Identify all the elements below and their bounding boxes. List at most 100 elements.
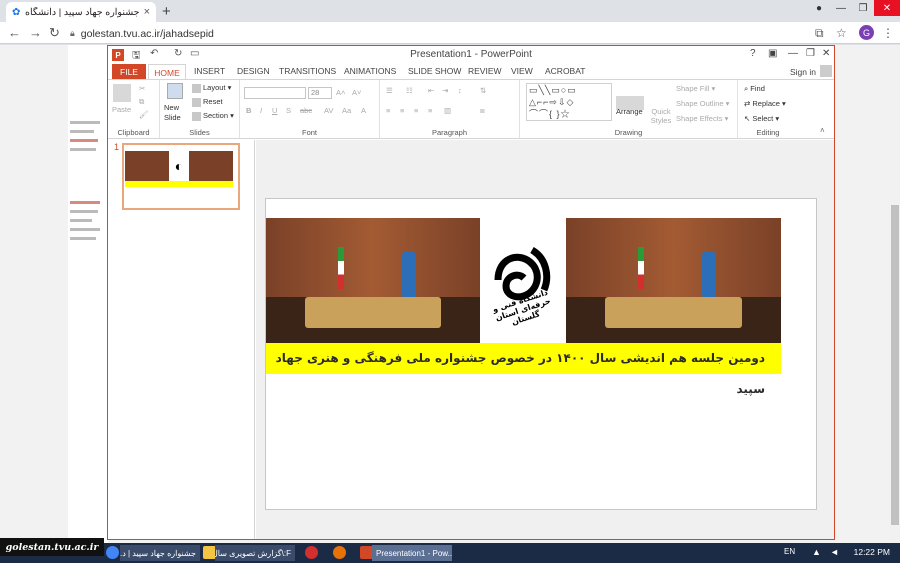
columns-icon[interactable]: ▥ (444, 106, 451, 115)
decrease-font-icon[interactable]: A˅ (352, 88, 361, 97)
tab-acrobat[interactable]: ACROBAT (545, 66, 585, 76)
paste-button[interactable]: Paste (112, 105, 131, 114)
minimize-icon[interactable]: — (830, 0, 852, 16)
section-icon (192, 111, 201, 121)
bookmark-star-icon[interactable]: ☆ (836, 26, 847, 40)
firefox-icon[interactable] (333, 546, 346, 559)
bold-icon[interactable]: B (246, 106, 251, 115)
shadow-icon[interactable]: S (286, 106, 291, 115)
italic-icon[interactable]: I (260, 106, 262, 115)
reload-icon[interactable]: ↻ (49, 25, 60, 41)
new-slide-button[interactable]: New Slide (164, 103, 190, 123)
align-left-icon[interactable]: ≡ (386, 106, 390, 115)
increase-font-icon[interactable]: A˄ (336, 88, 345, 97)
shape-fill-button[interactable]: Shape Fill ▾ (676, 84, 715, 93)
help-button[interactable]: ? (750, 48, 756, 59)
strikethrough-icon[interactable]: abc (300, 106, 312, 115)
close-tab-icon[interactable]: × (144, 6, 150, 18)
close-window-icon[interactable]: ✕ (874, 0, 900, 16)
ppt-minimize-icon[interactable]: — (788, 48, 798, 59)
volume-icon[interactable]: ◄ (830, 547, 839, 557)
shape-effects-button[interactable]: Shape Effects ▾ (676, 114, 728, 123)
shape-outline-button[interactable]: Shape Outline ▾ (676, 99, 729, 108)
ppt-restore-icon[interactable]: ❐ (806, 48, 815, 59)
slide-thumbnail[interactable]: ◐ (122, 143, 240, 210)
tab-view[interactable]: VIEW (511, 66, 533, 76)
system-clock[interactable]: 12:22 PM (854, 547, 890, 557)
new-slide-icon[interactable] (167, 83, 183, 99)
taskbar-item-powerpoint[interactable]: Presentation1 - Pow... (372, 545, 452, 561)
editing-group-label: Editing (756, 128, 780, 137)
tab-design[interactable]: DESIGN (237, 66, 270, 76)
thumbnail-photo-right (189, 151, 233, 181)
font-name-combo[interactable] (244, 87, 306, 99)
shapes-gallery[interactable]: ▭╲╲▭○▭ △⌐⌐⇨⇩◇ ⌒⌒{ }☆ (526, 83, 612, 121)
back-arrow-icon[interactable]: ← (8, 25, 21, 40)
binoculars-icon: ⌕ (744, 84, 749, 93)
network-icon[interactable]: ▲ (812, 547, 821, 557)
address-bar[interactable]: 🔒︎ golestan.tvu.ac.ir/jahadsepid (70, 25, 810, 42)
tab-file[interactable]: FILE (112, 64, 146, 79)
page-scrollbar-thumb[interactable] (891, 205, 899, 525)
char-spacing-icon[interactable]: AV (324, 106, 333, 115)
slide-caption[interactable]: دومین جلسه هم اندیشی سال ۱۴۰۰ در خصوص جش… (266, 343, 781, 396)
font-color-icon[interactable]: A (361, 106, 366, 115)
section-button[interactable]: Section ▾ (192, 111, 234, 121)
profile-avatar[interactable]: G (859, 25, 874, 40)
ribbon-display-icon[interactable]: ▣ (768, 48, 777, 59)
tab-home[interactable]: HOME (148, 64, 186, 80)
new-tab-button[interactable]: + (162, 3, 171, 20)
decrease-indent-icon[interactable]: ⇤ (428, 86, 434, 95)
cut-icon[interactable]: ✂ (139, 84, 145, 93)
format-painter-icon[interactable]: 🖌︎ (139, 110, 149, 119)
ppt-close-icon[interactable]: ✕ (822, 48, 830, 59)
tab-animations[interactable]: ANIMATIONS (344, 66, 396, 76)
paste-icon[interactable] (113, 84, 131, 102)
layout-label: Layout (203, 83, 226, 92)
replace-button[interactable]: ⇄ Replace ▾ (744, 99, 786, 108)
slide-canvas[interactable]: دانشگاه فنی و حرفه‌ای استان گلستان دومین… (265, 198, 817, 510)
bullets-icon[interactable]: ☰ (386, 86, 393, 95)
copy-icon[interactable]: ⧉ (139, 97, 144, 107)
quick-styles-button[interactable]: Quick Styles (646, 107, 676, 125)
font-size-combo[interactable]: 28 (308, 87, 332, 99)
layout-button[interactable]: Layout ▾ (192, 83, 231, 93)
university-logo-box: دانشگاه فنی و حرفه‌ای استان گلستان (480, 218, 566, 361)
sign-in-link[interactable]: Sign in (790, 67, 816, 77)
background-text-block (70, 195, 104, 275)
menu-kebab-icon[interactable]: ⋮ (882, 26, 894, 40)
text-direction-icon[interactable]: ⇅ (480, 86, 486, 95)
restore-icon[interactable]: ❐ (852, 0, 874, 16)
change-case-icon[interactable]: Aa (342, 106, 351, 115)
align-center-icon[interactable]: ≡ (400, 106, 404, 115)
tab-review[interactable]: REVIEW (468, 66, 502, 76)
shape-outline-label: Shape Outline (676, 99, 724, 108)
underline-icon[interactable]: U (272, 106, 277, 115)
smartart-icon[interactable]: ⧈ (480, 106, 485, 116)
browser-tab[interactable]: ✿ جشنواره جهاد سپید | دانشگاه فنی و حرفه… (6, 2, 156, 22)
slides-group-label: Slides (189, 128, 210, 137)
justify-icon[interactable]: ≡ (428, 106, 432, 115)
chrome-icon[interactable] (106, 546, 119, 559)
taskbar-item-chrome[interactable]: جشنواره جهاد سپید | د... (120, 545, 200, 561)
reset-button[interactable]: Reset (192, 97, 223, 107)
thumbnail-caption-bar (125, 181, 233, 187)
translate-icon[interactable]: ⧉ (815, 26, 824, 41)
opera-icon[interactable] (305, 546, 318, 559)
tab-slide-show[interactable]: SLIDE SHOW (408, 66, 461, 76)
align-right-icon[interactable]: ≡ (414, 106, 418, 115)
tab-transitions[interactable]: TRANSITIONS (279, 66, 336, 76)
user-account-icon[interactable] (820, 65, 832, 77)
increase-indent-icon[interactable]: ⇥ (442, 86, 448, 95)
forward-arrow-icon[interactable]: → (29, 25, 42, 40)
arrange-button[interactable]: Arrange (616, 107, 643, 116)
collapse-ribbon-icon[interactable]: ˄ (820, 126, 825, 135)
select-button[interactable]: ↖ Select ▾ (744, 114, 779, 123)
taskbar-item-explorer[interactable]: F:\گزارش تصویری سال... (215, 545, 295, 561)
line-spacing-icon[interactable]: ↕ (458, 86, 462, 95)
tab-insert[interactable]: INSERT (194, 66, 225, 76)
language-indicator[interactable]: EN (784, 547, 795, 556)
find-button[interactable]: ⌕ Find (744, 84, 765, 94)
numbering-icon[interactable]: ☷ (406, 86, 413, 95)
chrome-profile-circle-icon[interactable]: ● (808, 0, 830, 16)
